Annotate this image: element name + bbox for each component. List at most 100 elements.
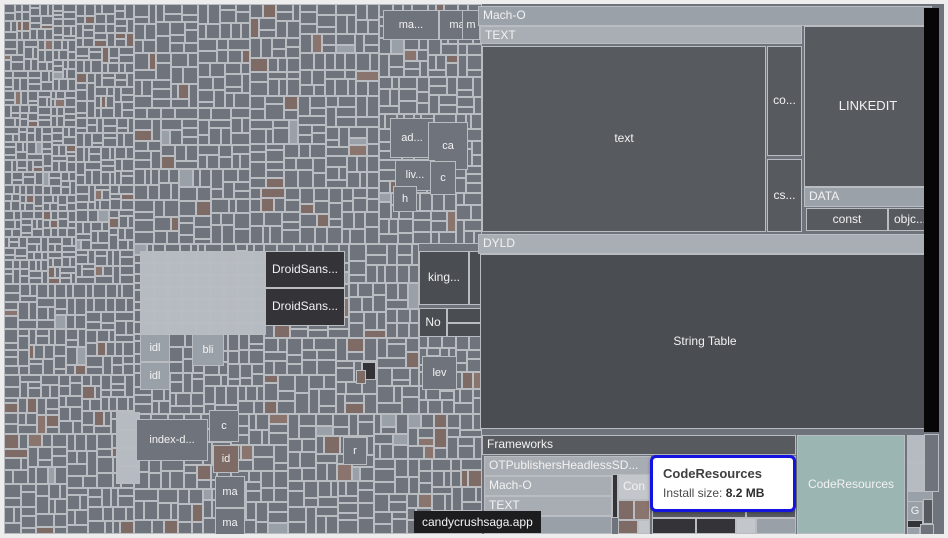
treemap-cell[interactable] [358,518,374,534]
treemap-cell[interactable] [34,185,43,195]
treemap-cell[interactable] [392,512,407,519]
treemap-cell[interactable] [121,200,134,210]
treemap-cell[interactable] [264,212,282,226]
treemap-cell[interactable] [64,120,76,127]
treemap-cell[interactable] [149,53,156,70]
treemap-cell[interactable] [389,67,404,77]
treemap-cell[interactable] [316,463,327,481]
treemap-cell[interactable] [472,155,482,166]
treemap-cell[interactable] [250,212,264,226]
treemap-group-header-macho[interactable]: Mach-O [478,6,932,26]
treemap-cell[interactable] [349,127,367,138]
treemap-cell[interactable] [231,23,241,39]
treemap-cell[interactable] [347,172,360,188]
treemap-cell[interactable] [268,79,279,96]
treemap-cell[interactable] [367,188,379,199]
treemap-cell[interactable] [182,128,198,137]
treemap-cell[interactable] [164,200,179,217]
treemap-cell[interactable] [4,13,15,21]
treemap-cell[interactable] [239,334,249,350]
treemap-cell[interactable] [106,14,115,24]
treemap-cell[interactable] [338,520,358,534]
treemap-cell[interactable] [447,323,483,337]
treemap-cell[interactable] [13,71,28,78]
treemap-cell[interactable] [29,329,36,345]
treemap-cell[interactable] [312,133,326,144]
treemap-cell[interactable] [22,31,30,40]
treemap-cell[interactable] [171,183,179,200]
treemap-cell[interactable] [73,421,82,434]
treemap-cell[interactable] [420,193,432,211]
treemap-cell[interactable] [75,365,86,375]
treemap-cell[interactable] [302,468,316,481]
treemap-cell[interactable] [238,263,252,275]
treemap-cell[interactable]: h [393,186,417,212]
treemap-cell[interactable]: co... [767,46,802,156]
treemap-cell[interactable] [250,199,261,212]
treemap-cell[interactable] [168,275,182,287]
treemap-cell[interactable] [119,55,134,63]
treemap-cell[interactable] [250,226,263,244]
treemap-cell[interactable] [134,220,154,232]
treemap-cell[interactable] [234,93,250,108]
treemap-cell[interactable] [352,467,360,481]
treemap-cell[interactable] [194,227,211,239]
treemap-cell[interactable] [253,445,274,457]
treemap-cell[interactable] [314,338,336,350]
treemap-cell[interactable] [82,425,94,434]
treemap-cell[interactable] [471,114,482,129]
treemap-cell[interactable] [4,91,15,100]
treemap-cell[interactable] [288,507,306,522]
treemap-cell[interactable] [115,80,127,87]
treemap-cell[interactable] [288,439,302,452]
treemap-cell[interactable] [4,316,18,329]
treemap-cell[interactable] [229,199,236,213]
treemap-cell[interactable] [333,414,349,427]
treemap-cell[interactable] [76,47,89,56]
treemap-cell[interactable] [140,263,154,275]
treemap-cell[interactable] [58,219,68,228]
treemap-cell[interactable] [4,523,21,534]
treemap-cell[interactable] [250,129,266,144]
treemap-cell[interactable] [232,154,240,169]
treemap-cell[interactable] [217,50,228,63]
treemap-cell[interactable] [407,494,418,508]
treemap-cell[interactable] [413,232,431,244]
treemap-cell[interactable] [111,488,118,507]
treemap-cell[interactable] [88,507,103,521]
treemap-cell[interactable] [126,33,134,47]
treemap-cell[interactable] [37,284,48,298]
treemap-cell[interactable] [458,44,467,55]
treemap-cell[interactable] [224,263,238,275]
treemap-cell[interactable] [364,338,377,361]
treemap-cell[interactable] [76,73,87,83]
treemap-cell[interactable] [217,39,228,50]
treemap-cell[interactable] [273,128,289,144]
treemap-cell[interactable] [66,340,78,347]
treemap-cell[interactable] [304,498,318,507]
treemap-cell[interactable] [62,237,72,246]
treemap-cell[interactable] [356,81,368,96]
treemap-cell[interactable] [182,137,198,145]
treemap-cell[interactable] [288,468,302,481]
treemap-cell[interactable] [89,154,101,162]
treemap-cell[interactable] [288,414,299,439]
treemap-cell[interactable] [345,70,356,79]
treemap-cell[interactable] [46,415,59,427]
treemap-cell[interactable] [4,470,13,484]
treemap-cell[interactable] [52,161,59,172]
treemap-cell[interactable] [134,70,156,80]
treemap-cell[interactable] [64,107,76,114]
treemap-cell[interactable] [429,95,439,114]
treemap-cell[interactable] [314,53,325,70]
treemap-cell[interactable] [316,454,337,463]
treemap-cell[interactable] [4,274,13,284]
treemap-cell[interactable] [140,251,154,263]
treemap-cell[interactable] [19,366,29,375]
treemap-cell[interactable] [367,436,374,455]
treemap-cell[interactable] [94,33,107,40]
treemap-cell[interactable] [204,375,221,386]
treemap-cell[interactable] [112,356,123,365]
treemap-cell[interactable] [444,471,451,487]
treemap-cell[interactable] [454,403,473,414]
